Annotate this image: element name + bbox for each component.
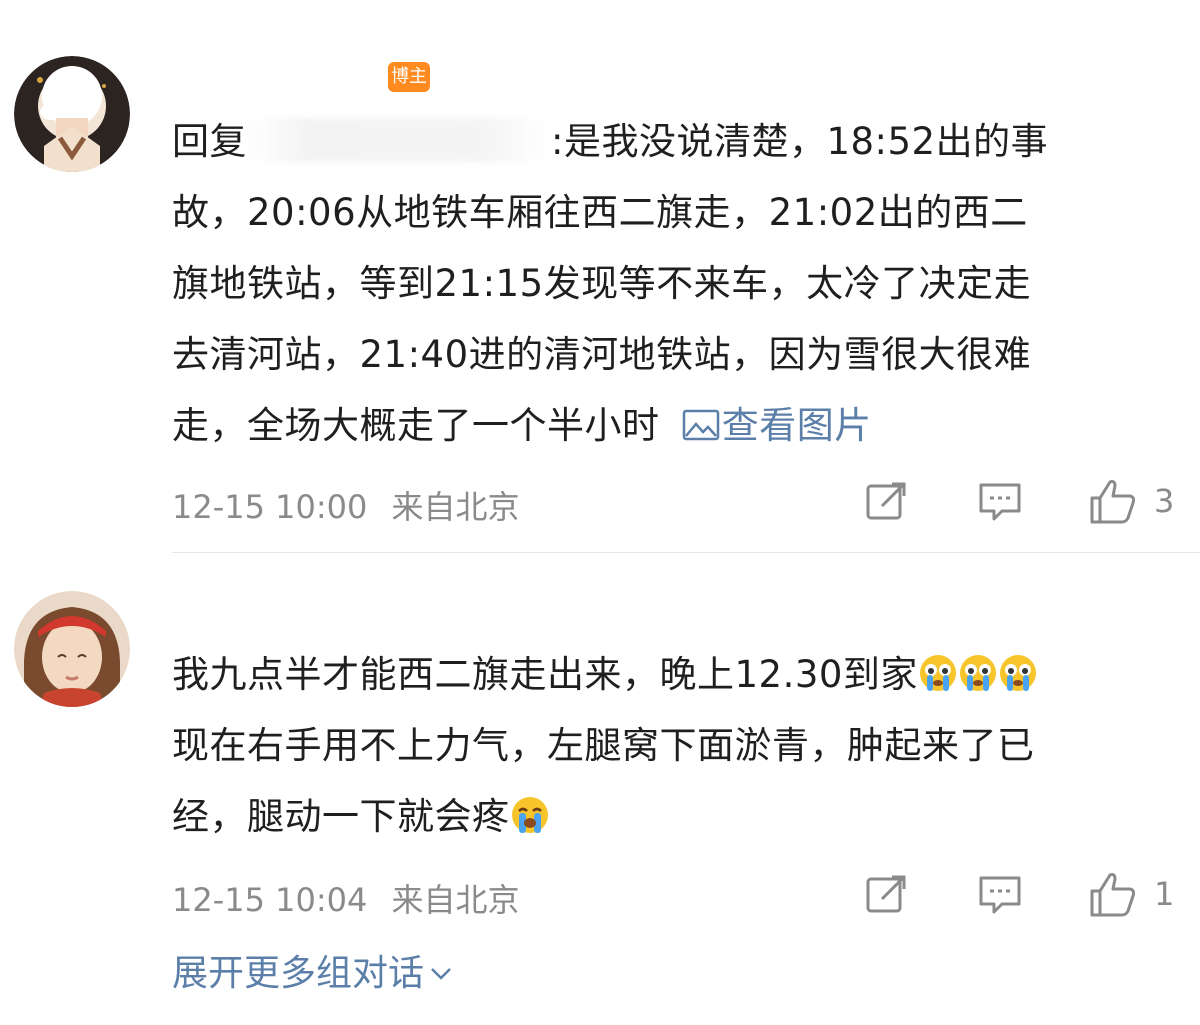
comment-button[interactable] <box>978 873 1022 921</box>
comment-button[interactable] <box>978 480 1022 528</box>
comment-line-text: 我九点半才能西二旗走出来，晚上12.30到家 <box>172 653 918 696</box>
comment-location: 来自北京 <box>391 881 520 919</box>
like-icon <box>1090 873 1136 917</box>
view-image-link[interactable]: 查看图片 <box>682 404 872 447</box>
picture-icon <box>682 409 720 441</box>
reply-prefix: 回复 <box>172 120 247 163</box>
comment-line: 经，腿动一下就会疼 <box>172 781 1162 852</box>
chevron-down-icon <box>431 968 451 980</box>
comment-line-text: 经，腿动一下就会疼 <box>172 795 510 838</box>
avatar-image <box>14 591 130 707</box>
like-icon <box>1090 480 1136 524</box>
comment-text: 我九点半才能西二旗走出来，晚上12.30到家 现在右手用不上力气，左腿窝下面淤青… <box>172 639 1162 852</box>
like-count: 3 <box>1154 482 1175 520</box>
comment-line: 我九点半才能西二旗走出来，晚上12.30到家 <box>172 639 1162 710</box>
comment-meta: 12-15 10:00 来自北京 <box>172 482 534 528</box>
comment-time: 12-15 10:00 <box>172 488 368 526</box>
comment-line-text: 走，全场大概走了一个半小时 <box>172 404 660 447</box>
comment-line: 现在右手用不上力气，左腿窝下面淤青，肿起来了已 <box>172 724 1035 767</box>
comment-text: 回复 :是我没说清楚，18:52出的事 故，20:06从地铁车厢往西二旗走，21:… <box>172 106 1162 461</box>
comment-icon <box>979 483 1021 521</box>
avatar-image <box>14 56 130 172</box>
comment-line: 旗地铁站，等到21:15发现等不来车，太冷了决定走 <box>172 262 1032 305</box>
like-button[interactable] <box>1088 476 1138 524</box>
comment-item: 博主 回复 :是我没说清楚，18:52出的事 故，20:06从地铁车厢往西二旗走，… <box>0 0 1200 552</box>
repost-icon <box>866 875 906 913</box>
avatar[interactable] <box>14 591 130 707</box>
author-badge: 博主 <box>388 62 430 92</box>
like-button[interactable] <box>1088 869 1138 917</box>
comment-meta: 12-15 10:04 来自北京 <box>172 875 534 921</box>
comment-line: 走，全场大概走了一个半小时 查看图片 <box>172 390 1162 461</box>
crying-emoji-icon <box>999 655 1036 691</box>
like-count: 1 <box>1154 875 1175 913</box>
comment-line: 故，20:06从地铁车厢往西二旗走，21:02出的西二 <box>172 191 1028 234</box>
expand-more-replies[interactable]: 展开更多组对话 <box>172 944 454 996</box>
crying-emoji-icon <box>919 655 956 691</box>
comment-location: 来自北京 <box>391 488 520 526</box>
crying-emoji-icon <box>959 655 996 691</box>
comment-line: 回复 :是我没说清楚，18:52出的事 <box>172 106 1162 177</box>
comment-line: 去清河站，21:40进的清河地铁站，因为雪很大很难 <box>172 333 1032 376</box>
comment-icon <box>979 876 1021 914</box>
crying-emoji-icon <box>511 797 548 833</box>
expand-more-label: 展开更多组对话 <box>172 953 425 994</box>
repost-icon <box>866 482 906 520</box>
repost-button[interactable] <box>864 478 910 526</box>
repost-button[interactable] <box>864 871 910 919</box>
comment-line-text: :是我没说清楚，18:52出的事 <box>551 120 1049 163</box>
view-image-label: 查看图片 <box>721 404 872 447</box>
comment-time: 12-15 10:04 <box>172 881 368 919</box>
redacted-username <box>247 118 547 162</box>
avatar[interactable] <box>14 56 130 172</box>
